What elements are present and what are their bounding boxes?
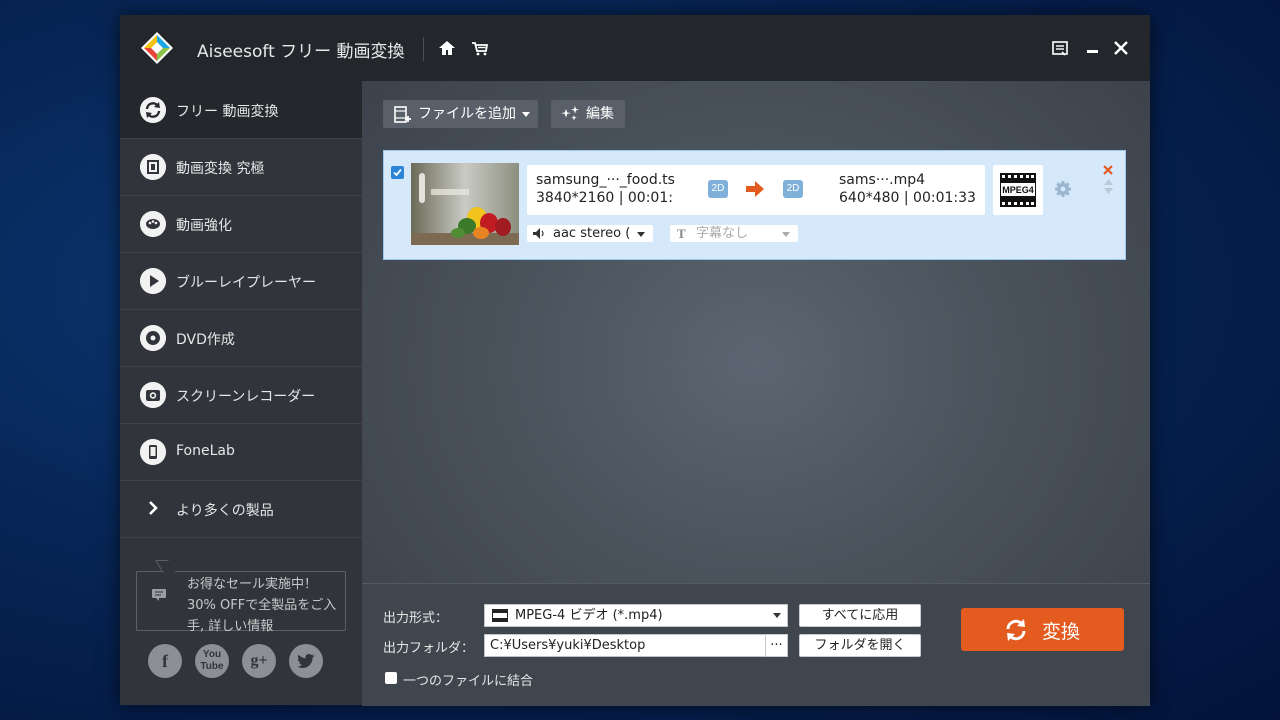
sidebar-item-ultimate[interactable]: 動画変換 究極 xyxy=(120,138,362,196)
sidebar-item-free-converter[interactable]: フリー 動画変換 xyxy=(120,81,362,139)
camera-icon xyxy=(140,382,166,408)
facebook-icon[interactable]: f xyxy=(148,644,182,678)
checkmark-icon xyxy=(393,168,402,177)
move-down-icon[interactable] xyxy=(1104,188,1113,194)
add-file-label: ファイルを追加 xyxy=(418,106,516,122)
merge-label: 一つのファイルに結合 xyxy=(403,674,534,689)
sidebar-item-screen-recorder[interactable]: スクリーンレコーダー xyxy=(120,366,362,424)
app-title: Aiseesoft フリー 動画変換 xyxy=(197,42,405,62)
output-settings-bar: 出力形式： MPEG-4 ビデオ (*.mp4) すべてに応用 出力フォルダ： … xyxy=(362,583,1150,706)
message-icon xyxy=(152,589,166,601)
app-window: Aiseesoft フリー 動画変換 フリー 動画変換 動画変換 究極 動画強化… xyxy=(120,15,1150,706)
format-badge-text: MPEG4 xyxy=(1002,185,1034,195)
film-icon xyxy=(140,154,166,180)
sidebar-item-fonelab[interactable]: FoneLab xyxy=(120,423,362,481)
title-bar: Aiseesoft フリー 動画変換 xyxy=(120,15,1150,81)
sidebar-item-label: フリー 動画変換 xyxy=(176,104,279,120)
sidebar-item-bluray-player[interactable]: ブルーレイプレーヤー xyxy=(120,252,362,310)
cart-icon[interactable] xyxy=(470,38,490,58)
convert-label: 変換 xyxy=(1042,621,1081,643)
disc-icon xyxy=(140,325,166,351)
audio-track-value: aac stereo ( xyxy=(553,226,631,241)
close-icon[interactable] xyxy=(1111,38,1131,58)
source-2d-badge: 2D xyxy=(708,180,728,198)
title-divider xyxy=(423,37,424,61)
video-thumbnail[interactable] xyxy=(411,163,519,245)
sidebar: フリー 動画変換 動画変換 究極 動画強化 ブルーレイプレーヤー DVD作成 ス… xyxy=(120,81,362,705)
apply-to-all-button[interactable]: すべてに応用 xyxy=(799,604,921,627)
play-icon xyxy=(140,268,166,294)
sidebar-item-enhance[interactable]: 動画強化 xyxy=(120,195,362,253)
convert-button[interactable]: 変換 xyxy=(961,608,1124,651)
app-logo-icon xyxy=(141,32,173,64)
output-folder-field[interactable]: C:¥Users¥yuki¥Desktop xyxy=(484,634,766,657)
convert-icon xyxy=(1006,619,1026,641)
merge-checkbox[interactable] xyxy=(385,672,397,684)
output-file-meta: 640*480 | 00:01:33 xyxy=(839,190,976,206)
chevron-right-icon xyxy=(149,501,158,515)
output-format-value: MPEG-4 ビデオ (*.mp4) xyxy=(515,608,663,623)
file-select-checkbox[interactable] xyxy=(391,166,404,179)
minimize-icon[interactable] xyxy=(1083,38,1103,58)
add-file-button[interactable]: ファイルを追加 xyxy=(383,100,538,128)
main-panel: ファイルを追加 編集 samsung_···_food.ts 3840*2160… xyxy=(362,81,1150,706)
subtitle-value: 字幕なし xyxy=(696,226,749,241)
google-plus-icon[interactable]: g+ xyxy=(242,644,276,678)
caret-down-icon xyxy=(522,112,530,117)
youtube-icon[interactable]: You Tube xyxy=(195,644,229,678)
gear-icon[interactable] xyxy=(1054,180,1072,198)
feedback-icon[interactable] xyxy=(1050,38,1070,58)
sidebar-item-label: 動画強化 xyxy=(176,218,232,234)
mpeg4-small-icon xyxy=(492,609,508,622)
promo-box[interactable]: お得なセール実施中！30% OFFで全製品をご入手, 詳しい情報 xyxy=(136,560,346,632)
output-folder-label: 出力フォルダ： xyxy=(383,641,475,656)
source-file-meta: 3840*2160 | 00:01: xyxy=(536,190,673,206)
sidebar-item-label: ブルーレイプレーヤー xyxy=(176,275,316,291)
phone-icon xyxy=(140,439,166,465)
edit-button[interactable]: 編集 xyxy=(551,100,625,128)
subtitle-dropdown[interactable]: T 字幕なし xyxy=(670,225,798,242)
promo-notch xyxy=(155,560,176,573)
source-file-name: samsung_···_food.ts xyxy=(536,172,675,188)
sidebar-item-label: スクリーンレコーダー xyxy=(176,389,316,405)
caret-down-icon xyxy=(773,613,781,618)
text-icon: T xyxy=(677,226,686,241)
output-format-label: 出力形式： xyxy=(383,611,449,626)
caret-down-icon xyxy=(782,232,790,237)
sidebar-item-more-products[interactable]: より多くの製品 xyxy=(120,480,362,538)
promo-text: お得なセール実施中！30% OFFで全製品をご入手, 詳しい情報 xyxy=(187,577,337,632)
add-file-icon xyxy=(394,106,411,123)
arrow-right-icon xyxy=(746,181,764,197)
audio-track-dropdown[interactable]: aac stereo ( xyxy=(527,225,653,242)
twitter-icon[interactable] xyxy=(289,644,323,678)
output-folder-value: C:¥Users¥yuki¥Desktop xyxy=(490,638,646,653)
sidebar-item-label: FoneLab xyxy=(176,443,235,459)
home-icon[interactable] xyxy=(437,38,457,58)
sidebar-item-label: より多くの製品 xyxy=(176,503,274,519)
palette-icon xyxy=(140,211,166,237)
caret-down-icon xyxy=(637,232,645,237)
remove-icon[interactable] xyxy=(1103,165,1113,175)
sidebar-item-label: DVD作成 xyxy=(176,332,235,348)
output-format-select[interactable]: MPEG-4 ビデオ (*.mp4) xyxy=(484,604,788,627)
edit-label: 編集 xyxy=(586,106,614,122)
file-info-box: samsung_···_food.ts 3840*2160 | 00:01: 2… xyxy=(527,165,985,215)
output-format-button[interactable]: MPEG4 xyxy=(993,165,1043,215)
output-2d-badge[interactable]: 2D xyxy=(783,180,803,198)
sidebar-item-dvd-creator[interactable]: DVD作成 xyxy=(120,309,362,367)
move-up-icon[interactable] xyxy=(1104,179,1113,185)
output-file-name: sams···.mp4 xyxy=(839,172,926,188)
convert-icon xyxy=(140,97,166,123)
sparkle-edit-icon xyxy=(561,106,579,121)
browse-folder-button[interactable]: ··· xyxy=(765,634,788,657)
sidebar-item-label: 動画変換 究極 xyxy=(176,161,265,177)
speaker-icon xyxy=(533,228,544,239)
mpeg4-format-icon: MPEG4 xyxy=(1000,173,1036,207)
open-folder-button[interactable]: フォルダを開く xyxy=(799,634,921,657)
file-list-item[interactable]: samsung_···_food.ts 3840*2160 | 00:01: 2… xyxy=(383,150,1126,260)
